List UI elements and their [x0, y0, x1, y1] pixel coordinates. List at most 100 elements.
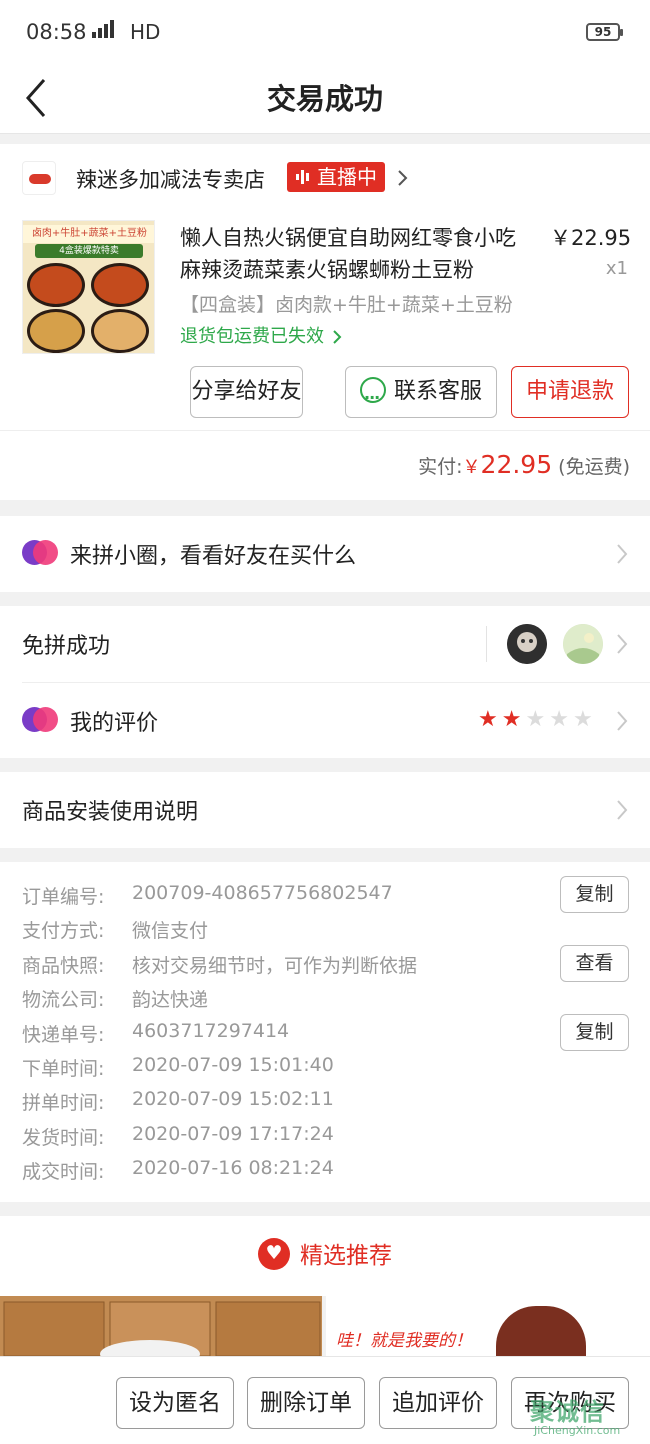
order-info-label: 订单编号:: [22, 886, 105, 908]
product-sku: 【四盒装】卤肉款+牛肚+蔬菜+土豆粉: [180, 294, 513, 316]
order-info-label: 快递单号:: [22, 1023, 105, 1046]
order-info-value: 核对交易细节时，可作为判断依据: [132, 954, 418, 977]
vertical-divider: [486, 626, 487, 662]
order-info-label: 支付方式:: [22, 920, 105, 943]
product-quantity: x1: [605, 258, 628, 279]
rating-stars: ★ ★ ★ ★ ★: [478, 709, 593, 731]
order-info-label: 物流公司:: [22, 989, 105, 1012]
nav-bar: 交易成功: [0, 64, 650, 134]
order-info-value: 2020-07-16 08:21:24: [132, 1157, 334, 1180]
recommend-title: 精选推荐: [300, 1243, 392, 1269]
paid-note: (免运费): [558, 456, 630, 478]
order-info-value: 韵达快递: [132, 989, 209, 1012]
product-image[interactable]: 卤肉+牛肚+蔬菜+土豆粉 4盒装爆款特卖: [22, 220, 155, 354]
divider: [0, 430, 650, 431]
chevron-right-icon: [617, 544, 628, 564]
review-label: 我的评价: [70, 711, 159, 736]
shoe-boxes-image: [0, 1296, 322, 1356]
hd-label: HD: [130, 20, 161, 44]
star-empty-icon: ★: [572, 707, 593, 732]
recommend-item-image[interactable]: [0, 1296, 322, 1356]
contact-service-button[interactable]: 联系客服: [345, 366, 497, 423]
star-filled-icon: ★: [501, 707, 522, 732]
signal-icon: [92, 20, 114, 38]
order-info-label: 商品快照:: [22, 954, 105, 977]
chevron-right-icon: [333, 330, 342, 344]
shop-logo: [22, 161, 56, 195]
shop-name[interactable]: 辣迷多加减法专卖店: [76, 164, 265, 194]
watermark-url: JiChengXin.com: [534, 1424, 621, 1437]
watermark-logo: 聚诚信 JiChengXin.com: [530, 1392, 650, 1442]
order-info-value: 微信支付: [132, 920, 209, 943]
heart-icon: [258, 1237, 290, 1270]
chevron-right-icon: [617, 800, 628, 820]
manual-label: 商品安装使用说明: [22, 800, 199, 825]
product-image-subbanner: 4盒装爆款特卖: [35, 244, 143, 258]
page-title: 交易成功: [266, 82, 383, 116]
recommend-slogan: 哇！就是我要的！: [336, 1331, 472, 1351]
live-label: 直播中: [317, 165, 377, 189]
circle-row[interactable]: 来拼小圈，看看好友在买什么: [0, 516, 650, 592]
chevron-right-icon: [398, 170, 408, 186]
order-info-value: 4603717297414: [132, 1019, 290, 1042]
copy-button[interactable]: 复制: [560, 1013, 629, 1051]
circle-label: 来拼小圈，看看好友在买什么: [70, 544, 357, 569]
order-info-value: 2020-07-09 17:17:24: [132, 1122, 334, 1145]
paid-label: 实付:: [418, 456, 463, 478]
copy-button[interactable]: 复制: [560, 876, 629, 913]
paid-amount: 实付:￥22.95 (免运费): [418, 450, 630, 479]
status-time: 08:58: [26, 20, 87, 44]
paid-currency: ￥: [462, 457, 481, 478]
review-row[interactable]: 我的评价 ★ ★ ★ ★ ★: [0, 683, 650, 758]
order-info-label: 成交时间:: [22, 1161, 105, 1184]
refund-button[interactable]: 申请退款: [511, 366, 629, 418]
product-image-banner: 卤肉+牛肚+蔬菜+土豆粉: [23, 225, 154, 243]
order-info-label: 拼单时间:: [22, 1092, 105, 1115]
view-snapshot-button[interactable]: 查看: [560, 944, 629, 982]
contact-service-label: 联系客服: [393, 379, 482, 404]
group-label: 免拼成功: [22, 634, 111, 659]
chevron-right-icon: [617, 634, 628, 654]
circle-icon: [22, 540, 58, 566]
order-card: 辣迷多加减法专卖店 直播中 卤肉+牛肚+蔬菜+土豆粉 4盒装爆款特卖 懒人自热火…: [0, 144, 650, 500]
review-icon: [22, 707, 58, 733]
order-info-label: 下单时间:: [22, 1058, 105, 1080]
battery-icon: 95: [586, 23, 623, 41]
shop-row[interactable]: 辣迷多加减法专卖店 直播中: [0, 154, 650, 204]
order-info-section: 订单编号: 200709-408657756802547 复制 支付方式: 微信支付 商品…: [0, 862, 650, 1202]
add-review-button[interactable]: 追加评价: [379, 1377, 497, 1429]
avatar[interactable]: [563, 624, 603, 664]
order-info-label: 发货时间:: [22, 1126, 105, 1149]
product-image-bowl: [91, 263, 149, 307]
recommend-title-row: 精选推荐: [0, 1236, 650, 1273]
avatar-scene-icon: [563, 624, 603, 664]
paid-value: 22.95: [480, 450, 553, 479]
manual-row[interactable]: 商品安装使用说明: [0, 772, 650, 848]
order-info-value: 2020-07-09 15:01:40: [132, 1054, 334, 1076]
star-empty-icon: ★: [525, 707, 546, 732]
return-shipping-note[interactable]: 退货包运费已失效: [180, 322, 342, 348]
recommend-product-shape: [496, 1306, 586, 1356]
order-info-value: 2020-07-09 15:02:11: [132, 1088, 334, 1111]
live-icon: [296, 170, 309, 184]
status-bar: 08:58 HD 95: [0, 0, 650, 64]
chat-icon: [359, 373, 386, 423]
set-anonymous-button[interactable]: 设为匿名: [116, 1377, 234, 1429]
share-button[interactable]: 分享给好友: [190, 366, 303, 418]
live-badge[interactable]: 直播中: [287, 162, 385, 192]
product-price: ￥22.95: [550, 226, 632, 250]
recommend-header: 精选推荐: [0, 1216, 650, 1296]
star-empty-icon: ★: [549, 707, 569, 732]
group-review-section: 免拼成功 我的评价 ★ ★ ★ ★ ★: [0, 606, 650, 758]
star-filled-icon: ★: [478, 707, 498, 732]
watermark-text: 聚诚信: [530, 1398, 605, 1426]
product-title[interactable]: 懒人自热火锅便宜自助网红零食小吃麻辣烫蔬菜素火锅螺蛳粉土豆粉: [180, 222, 532, 286]
product-image-bowl: [27, 309, 85, 353]
chevron-right-icon: [617, 711, 628, 731]
product-image-bowl: [27, 263, 85, 307]
avatar[interactable]: [507, 624, 547, 664]
recommend-item-image[interactable]: 哇！就是我要的！: [326, 1296, 650, 1356]
product-image-bowl: [91, 309, 149, 353]
delete-order-button[interactable]: 删除订单: [247, 1377, 365, 1429]
group-row[interactable]: 免拼成功: [0, 606, 650, 682]
